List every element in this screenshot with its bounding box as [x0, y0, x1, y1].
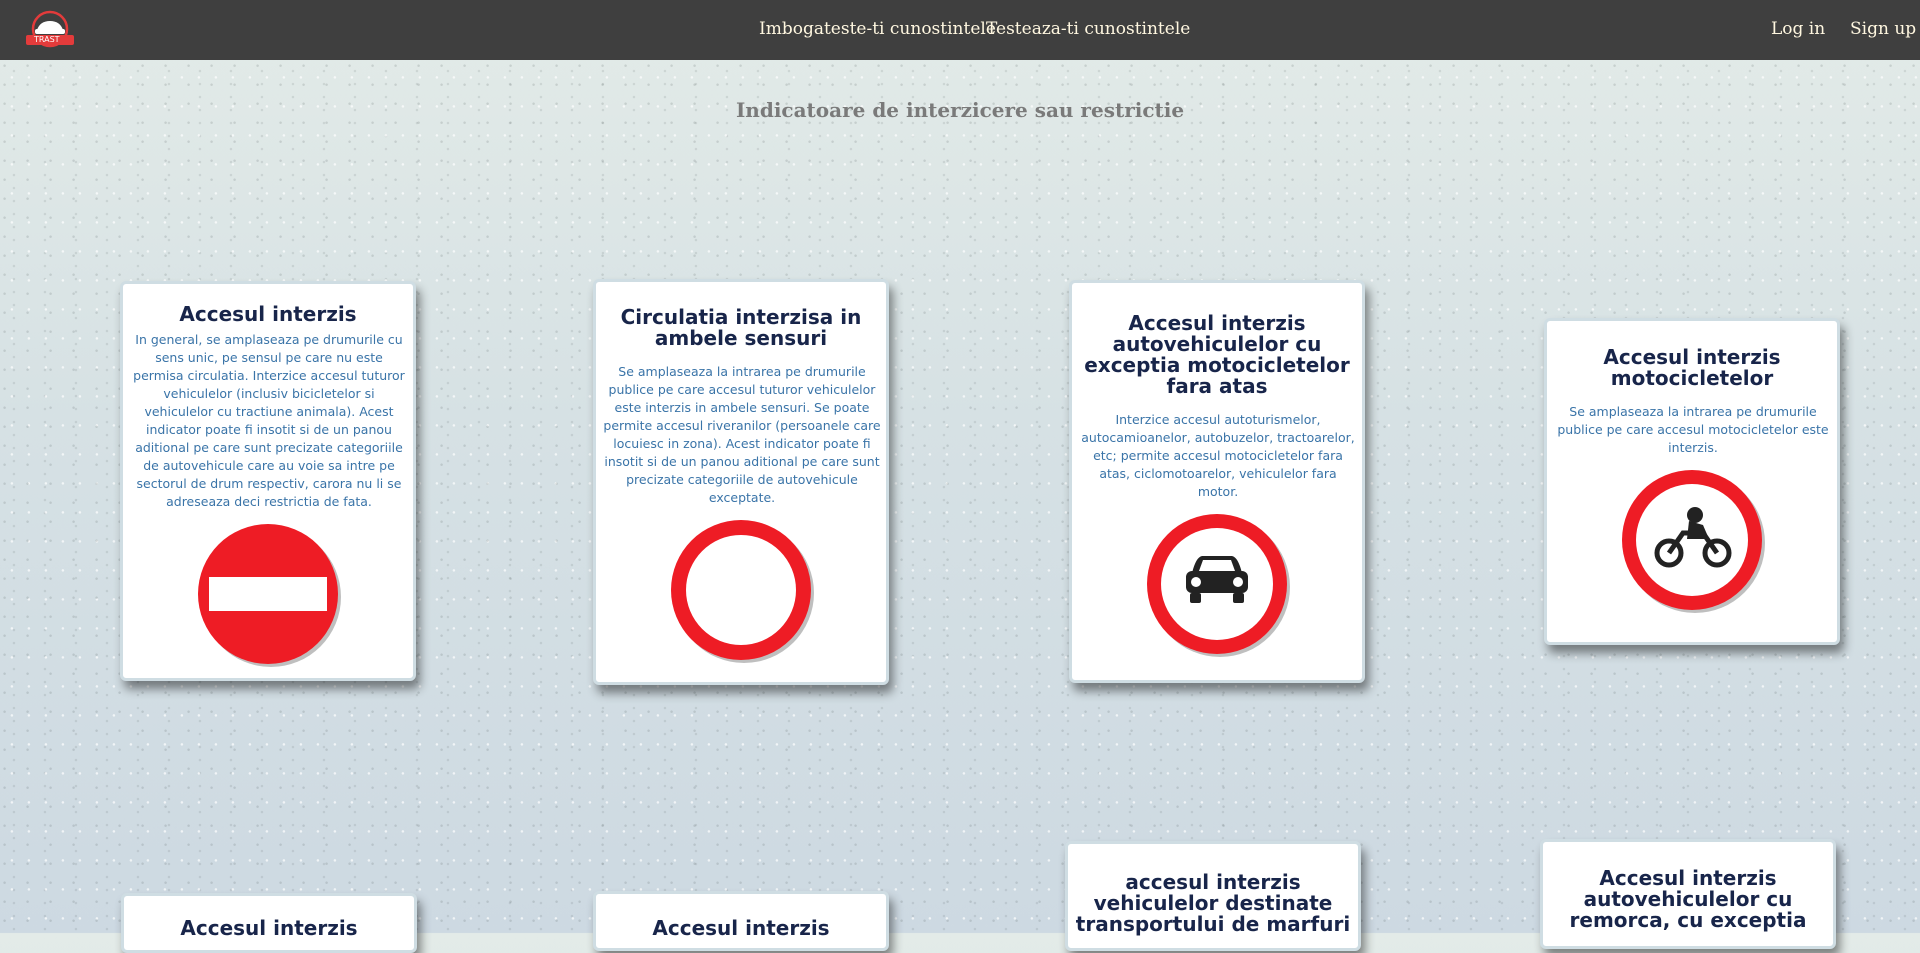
signup-link[interactable]: Sign up — [1850, 19, 1916, 39]
login-link[interactable]: Log in — [1771, 19, 1825, 39]
no-vehicles-sign-icon — [671, 520, 814, 663]
card-description: In general, se amplaseaza pe drumurile c… — [133, 332, 405, 509]
card-title: Accesul interzis — [179, 302, 357, 326]
card-title: Accesul interzis motocicletelor — [1603, 345, 1781, 390]
sign-card-lower-3[interactable]: accesul interzis vehiculelor destinate t… — [1065, 841, 1361, 951]
card-title: Accesul interzis — [652, 916, 830, 940]
card-description: Interzice accesul autoturismelor, autoca… — [1081, 412, 1355, 499]
no-entry-sign-icon — [198, 524, 341, 667]
card-title: Accesul interzis autovehiculelor cu remo… — [1569, 866, 1807, 932]
card-title: accesul interzis vehiculelor destinate t… — [1075, 870, 1351, 936]
sign-card-lower-1[interactable]: Accesul interzis — [121, 893, 417, 953]
page-title: Indicatoare de interzicere sau restricti… — [735, 98, 1185, 122]
sign-card-no-vehicles[interactable]: Circulatia interzisa in ambele sensuri S… — [593, 279, 889, 685]
card-description: Se amplaseaza la intrarea pe drumurile p… — [603, 364, 881, 505]
sign-card-no-entry[interactable]: Accesul interzis In general, se amplasea… — [120, 281, 416, 681]
card-title: Accesul interzis autovehiculelor cu exce… — [1084, 311, 1350, 398]
nav-link-test[interactable]: Testeaza-ti cunostintele — [986, 19, 1190, 39]
sign-card-lower-2[interactable]: Accesul interzis — [593, 891, 889, 951]
nav-link-learn[interactable]: Imbogateste-ti cunostintele — [759, 19, 996, 39]
no-cars-sign-icon — [1147, 514, 1290, 657]
card-title: Accesul interzis — [180, 916, 358, 940]
card-description: Se amplaseaza la intrarea pe drumurile p… — [1557, 404, 1829, 455]
card-title: Circulatia interzisa in ambele sensuri — [620, 305, 862, 350]
top-navbar: TRAST Imbogateste-ti cunostintele Testea… — [0, 0, 1920, 60]
sign-card-no-cars[interactable]: Accesul interzis autovehiculelor cu exce… — [1069, 280, 1365, 683]
no-motorcycles-sign-icon — [1622, 470, 1765, 613]
sign-card-no-motorcycles[interactable]: Accesul interzis motocicletelor Se ampla… — [1544, 318, 1840, 645]
main-nav: Imbogateste-ti cunostintele Testeaza-ti … — [0, 0, 1920, 60]
